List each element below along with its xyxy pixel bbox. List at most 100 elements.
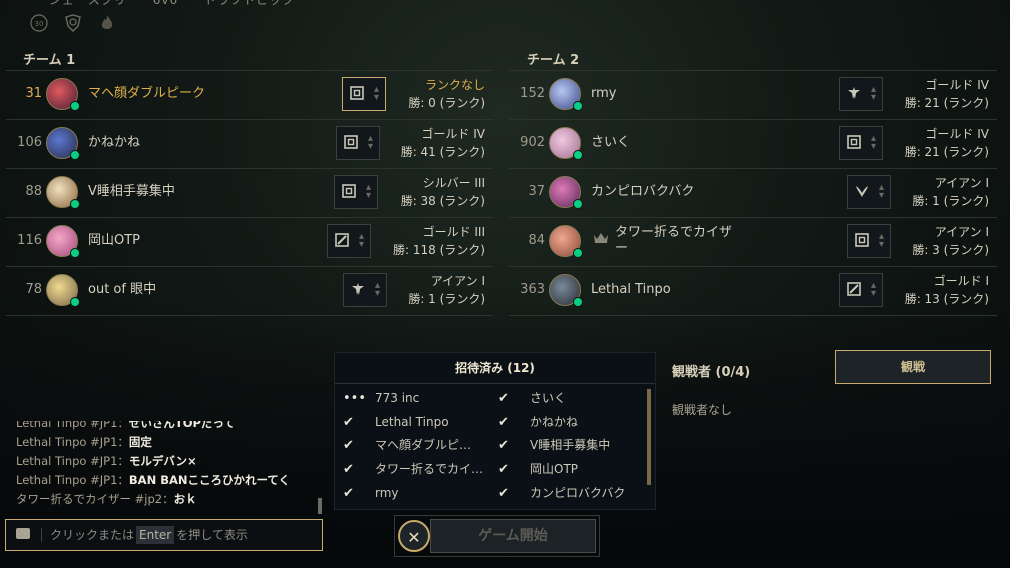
player-row[interactable]: 84 タワー折るでカイザー ▴ ▾ アイアン I 勝: 3 (ランク) [509,218,997,267]
player-row[interactable]: 31 マヘ顔ダブルピーク ▴ ▾ ランクなし 勝: 0 (ランク) [6,70,493,120]
header-text-cut: ーシェ スクリ゛ 6v6 ドラフトピック [36,0,296,7]
chevron-updown-icon: ▴ ▾ [358,231,364,250]
player-name[interactable]: マヘ顔ダブルピーク [88,71,205,117]
player-name[interactable]: rmy [591,71,616,117]
check-icon: ✔ [498,486,509,501]
chat-message: Lethal Tinpo #JP1：固定 [16,433,316,452]
enter-key-hint: Enter [136,526,175,544]
svg-text:30: 30 [35,20,44,28]
invited-title: 招待済み (12) [335,353,655,384]
spectate-button[interactable]: 観戦 [835,350,991,384]
online-status-dot [70,150,80,160]
rank-tier: ゴールド I [933,274,989,288]
invited-item[interactable]: ✔ V睡相手募集中 [498,434,610,456]
player-name[interactable]: タワー折るでカイザー [615,225,735,257]
player-row[interactable]: 363 Lethal Tinpo ▴ ▾ ゴールド I 勝: 13 (ランク) [509,267,997,316]
rank-wins: 勝: 118 (ランク) [393,243,485,257]
role-select[interactable]: ▴ ▾ [839,273,883,307]
online-status-dot [70,101,80,111]
player-name[interactable]: さいく [591,120,630,166]
rank-tier: ゴールド IV [925,78,989,92]
rank-tier: ゴールド III [422,225,485,239]
rank-wins: 勝: 1 (ランク) [912,194,989,208]
invited-name: 岡山OTP [530,462,579,476]
invited-item[interactable]: ✔ マヘ顔ダブルピ… [343,434,471,456]
role-select[interactable]: ▴ ▾ [343,273,387,307]
player-name[interactable]: 岡山OTP [88,218,140,264]
invited-item[interactable]: ✔ rmy [343,482,399,504]
chat-text: 固定 [128,435,152,449]
invited-item[interactable]: ✔ 岡山OTP [498,458,578,480]
invited-item[interactable]: ✔ Lethal Tinpo [343,411,449,433]
timer-30-icon: 30 [30,14,48,32]
start-game-button[interactable]: ゲーム開始 [430,519,596,553]
role-select[interactable]: ▴ ▾ [327,224,371,258]
role-select[interactable]: ▴ ▾ [342,77,386,111]
emblem-icon [64,14,82,32]
team1-title: チーム 1 [23,53,76,68]
role-select[interactable]: ▴ ▾ [839,77,883,111]
chat-text: モルデバン× [128,454,197,468]
chevron-updown-icon: ▴ ▾ [878,231,884,250]
player-name[interactable]: out of 眼中 [88,267,156,313]
check-icon: ✔ [343,486,354,501]
role-select[interactable]: ▴ ▾ [839,126,883,160]
role-select[interactable]: ▴ ▾ [334,175,378,209]
player-level: 116 [17,233,42,248]
chat-message: Lethal Tinpo #JP1：モルデバン× [16,452,316,471]
team2-title: チーム 2 [527,53,580,68]
top-lane-icon [335,233,349,247]
invited-name: マヘ顔ダブルピ… [375,438,472,452]
role-select[interactable]: ▴ ▾ [336,126,380,160]
player-row[interactable]: 37 カンピロバクバク ▴ ▾ アイアン I 勝: 1 (ランク) [509,169,997,218]
player-name[interactable]: カンピロバクバク [591,169,694,215]
rank-info: ゴールド IV 勝: 21 (ランク) [905,125,989,161]
chat-user: Lethal Tinpo #JP1： [16,435,129,449]
invited-name: rmy [375,486,399,500]
invited-item[interactable]: ✔ さいく [498,387,566,409]
spectators-empty: 観戦者なし [672,403,733,417]
close-icon[interactable]: ✕ [398,520,430,552]
invited-item[interactable]: ••• 773 inc [343,387,419,409]
invited-scrollbar[interactable] [647,389,651,485]
rank-tier: アイアン I [934,225,989,239]
check-icon: ✔ [498,438,509,453]
player-row[interactable]: 88 V睡相手募集中 ▴ ▾ シルバー III 勝: 38 (ランク) [6,169,493,218]
chevron-updown-icon: ▴ ▾ [374,280,380,299]
team1-list: 31 マヘ顔ダブルピーク ▴ ▾ ランクなし 勝: 0 (ランク) 106 かねか… [6,70,493,316]
check-icon: ✔ [498,391,509,406]
rank-wins: 勝: 13 (ランク) [904,292,989,306]
lobby-header: ーシェ スクリ゛ 6v6 ドラフトピック 30 [30,0,990,40]
rank-wins: 勝: 38 (ランク) [400,194,485,208]
fill-icon [344,135,358,149]
flame-icon [98,14,116,32]
online-status-dot [70,199,80,209]
player-row[interactable]: 152 rmy ▴ ▾ ゴールド IV 勝: 21 (ランク) [509,70,997,120]
rank-info: ゴールド I 勝: 13 (ランク) [905,272,989,308]
player-row[interactable]: 116 岡山OTP ▴ ▾ ゴールド III 勝: 118 (ランク) [6,218,493,267]
role-select[interactable]: ▴ ▾ [847,175,891,209]
player-name[interactable]: Lethal Tinpo [591,267,671,313]
role-select[interactable]: ▴ ▾ [847,224,891,258]
player-level: 31 [25,86,42,101]
invited-item[interactable]: ✔ カンピロバクバク [498,482,625,504]
rank-tier: ゴールド IV [421,127,485,141]
online-status-dot [573,101,583,111]
player-level: 363 [520,282,545,297]
check-icon: ✔ [343,415,354,430]
rank-wins: 勝: 21 (ランク) [904,145,989,159]
invited-item[interactable]: ✔ かねかね [498,411,578,433]
player-row[interactable]: 106 かねかね ▴ ▾ ゴールド IV 勝: 41 (ランク) [6,120,493,169]
chevron-updown-icon: ▴ ▾ [373,84,379,103]
chat-scrollbar[interactable] [318,498,322,514]
player-name[interactable]: V睡相手募集中 [88,169,175,215]
player-row[interactable]: 902 さいく ▴ ▾ ゴールド IV 勝: 21 (ランク) [509,120,997,169]
rank-wins: 勝: 1 (ランク) [408,292,485,306]
player-row[interactable]: 78 out of 眼中 ▴ ▾ アイアン I 勝: 1 (ランク) [6,267,493,316]
fill-icon [847,135,861,149]
chevron-updown-icon: ▴ ▾ [870,280,876,299]
chat-input[interactable]: クリックまたは Enter を押して表示 [5,519,323,551]
invited-item[interactable]: ✔ タワー折るでカイ… [343,458,483,480]
player-name[interactable]: かねかね [88,120,140,166]
chat-placeholder-pre: クリックまたは [50,528,135,542]
